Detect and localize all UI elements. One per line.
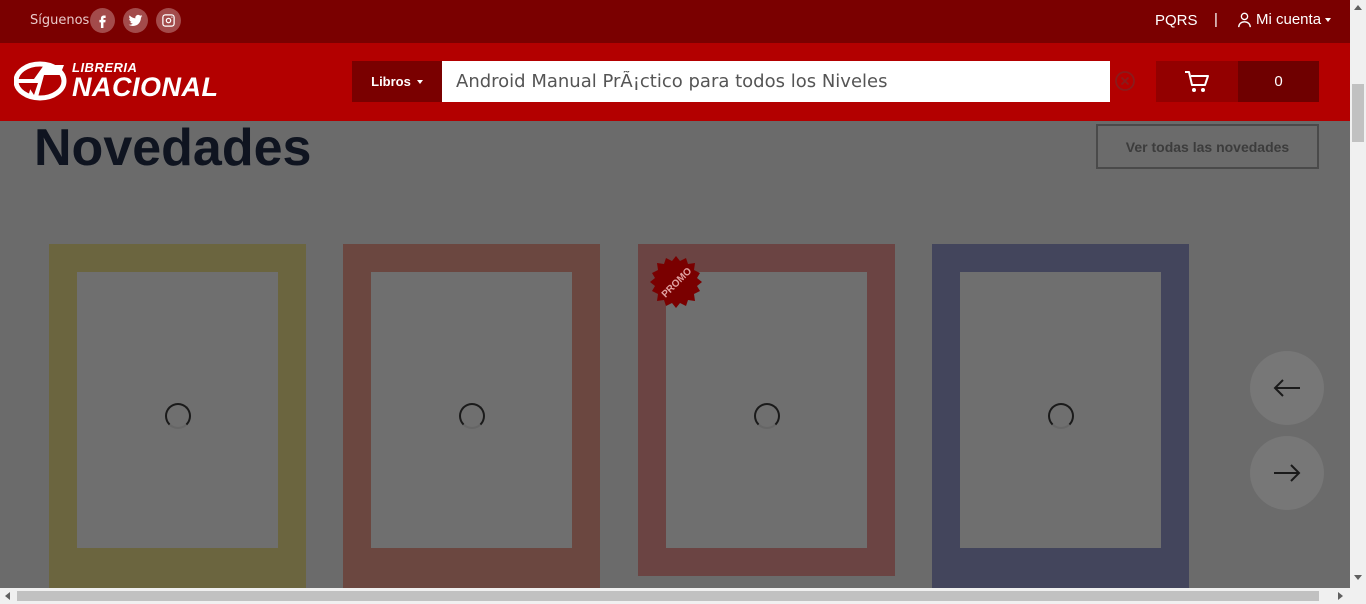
- logo-main-text: NACIONAL: [72, 72, 219, 102]
- user-icon: [1238, 12, 1251, 27]
- horizontal-scrollbar[interactable]: [0, 588, 1366, 604]
- book-cover-placeholder: [77, 272, 278, 548]
- follow-us-label: Síguenos: [30, 13, 90, 28]
- loading-spinner-icon: [1048, 403, 1074, 429]
- category-dropdown[interactable]: Libros: [352, 61, 442, 102]
- scrollbar-thumb[interactable]: [1352, 84, 1364, 142]
- chevron-down-icon: [1325, 17, 1332, 22]
- category-label: Libros: [371, 74, 411, 89]
- search-input[interactable]: [442, 61, 1110, 102]
- cart-count[interactable]: 0: [1238, 61, 1319, 102]
- pqrs-link[interactable]: PQRS: [1155, 12, 1198, 29]
- arrow-left-icon: [1273, 379, 1300, 397]
- scroll-up-icon[interactable]: [1354, 4, 1362, 10]
- divider: |: [1214, 11, 1218, 28]
- book-card[interactable]: PROMO: [638, 244, 895, 576]
- book-card[interactable]: [343, 244, 600, 590]
- scroll-left-icon[interactable]: [4, 592, 10, 600]
- arrow-right-icon: [1274, 464, 1301, 482]
- carousel-next-button[interactable]: [1250, 436, 1324, 510]
- section-title: Novedades: [34, 119, 312, 177]
- logo[interactable]: LIBRERIA NACIONAL: [14, 61, 219, 101]
- cart-icon: [1185, 70, 1209, 92]
- logo-icon: [14, 61, 67, 101]
- loading-spinner-icon: [754, 403, 780, 429]
- book-cover-placeholder: [666, 272, 867, 548]
- book-card[interactable]: [49, 244, 306, 590]
- view-all-button[interactable]: Ver todas las novedades: [1096, 124, 1319, 169]
- loading-spinner-icon: [459, 403, 485, 429]
- cart-button[interactable]: [1156, 61, 1238, 102]
- carousel-prev-button[interactable]: [1250, 351, 1324, 425]
- scroll-down-icon[interactable]: [1354, 575, 1362, 581]
- chevron-down-icon: [416, 79, 423, 84]
- clear-search-icon[interactable]: [1114, 70, 1136, 92]
- main-header: LIBRERIA NACIONAL Libros 0: [0, 43, 1350, 121]
- vertical-scrollbar[interactable]: [1350, 0, 1366, 588]
- facebook-icon[interactable]: [90, 8, 115, 33]
- book-cover-placeholder: [371, 272, 572, 548]
- scroll-right-icon[interactable]: [1338, 592, 1344, 600]
- my-account-label: Mi cuenta: [1256, 11, 1322, 28]
- scrollbar-thumb[interactable]: [17, 591, 1319, 601]
- book-cover-placeholder: [960, 272, 1161, 548]
- promo-badge-icon: PROMO: [650, 256, 702, 308]
- twitter-icon[interactable]: [123, 8, 148, 33]
- top-bar: Síguenos PQRS | Mi cuenta: [0, 0, 1350, 43]
- book-card[interactable]: [932, 244, 1189, 590]
- loading-spinner-icon: [165, 403, 191, 429]
- my-account-menu[interactable]: Mi cuenta: [1237, 11, 1332, 28]
- instagram-icon[interactable]: [156, 8, 181, 33]
